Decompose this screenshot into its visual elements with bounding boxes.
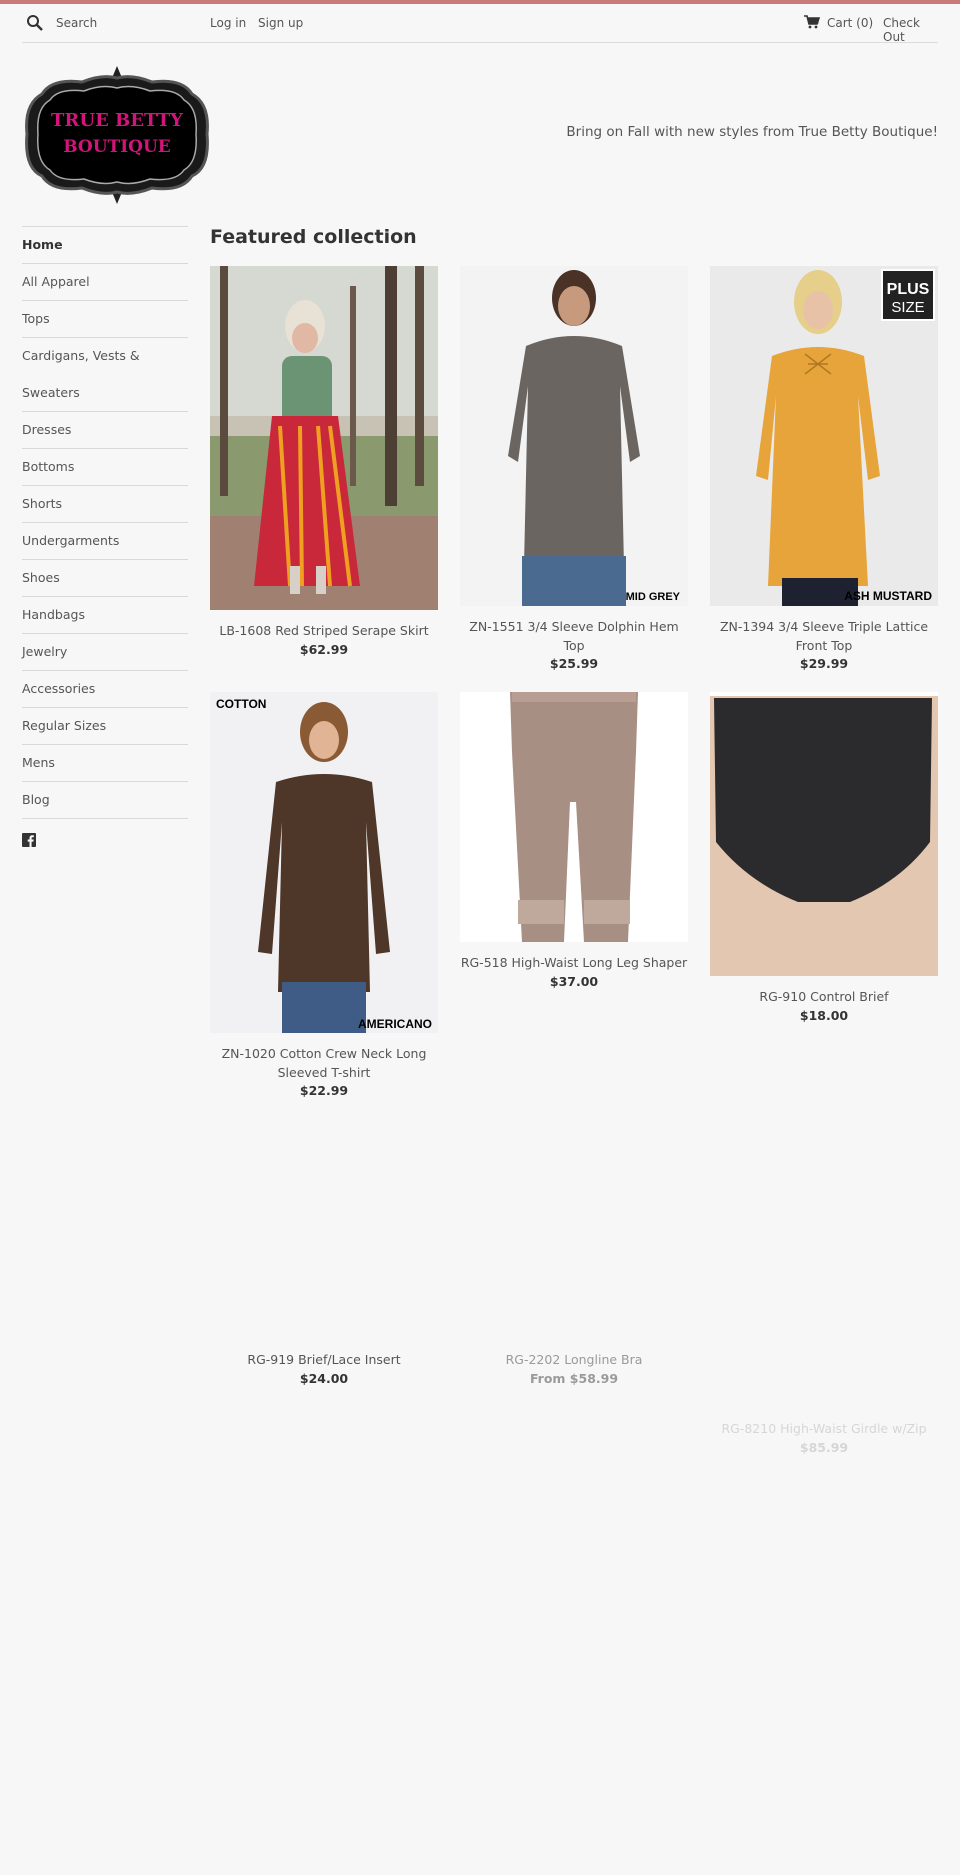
sidebar-item-bottoms[interactable]: Bottoms [22,449,188,486]
product-image[interactable] [710,692,938,976]
product-title[interactable]: ZN-1551 3/4 Sleeve Dolphin Hem Top [460,618,688,655]
product-image[interactable]: PLUS SIZE ASH MUSTARD [710,266,938,606]
header-bar: Log in Sign up Cart (0) Check Out [22,4,938,44]
product-card[interactable]: RG-8210 High-Waist Girdle w/Zip $85.99 [710,1420,938,1457]
sidebar-item-label[interactable]: Shoes [22,560,188,596]
product-title[interactable]: RG-2202 Longline Bra [460,1351,688,1370]
product-title[interactable]: ZN-1394 3/4 Sleeve Triple Lattice Front … [710,618,938,655]
sidebar-item-blog[interactable]: Blog [22,782,188,819]
product-card[interactable]: COTTON AMERICANO ZN-1020 Cotton Crew Nec… [210,692,438,1101]
sidebar-item-label[interactable]: Bottoms [22,449,188,485]
product-color-badge: AMERICANO [358,1017,432,1031]
sidebar-item-cardigans[interactable]: Cardigans, Vests & Sweaters [22,338,188,412]
sidebar-item-label[interactable]: Undergarments [22,523,188,559]
cart-icon[interactable] [804,15,820,29]
store-tagline: Bring on Fall with new styles from True … [566,124,938,140]
sidebar-item-label[interactable]: Blog [22,782,188,818]
sidebar-item-accessories[interactable]: Accessories [22,671,188,708]
plus-size-badge-line2: SIZE [891,299,924,316]
cart-link[interactable]: Cart (0) [827,16,873,30]
facebook-icon[interactable] [22,833,36,847]
product-title[interactable]: RG-910 Control Brief [710,988,938,1007]
product-price: $29.99 [799,656,849,671]
product-card[interactable]: MID GREY ZN-1551 3/4 Sleeve Dolphin Hem … [460,266,688,674]
product-title[interactable]: RG-8210 High-Waist Girdle w/Zip [710,1420,938,1439]
product-price: $22.99 [299,1083,349,1098]
product-image[interactable]: MID GREY [460,266,688,606]
sidebar-item-label[interactable]: Regular Sizes [22,708,188,744]
sidebar-item-label[interactable]: Handbags [22,597,188,633]
search-input[interactable] [56,11,206,35]
plus-size-badge-line1: PLUS [887,281,930,298]
product-title[interactable]: RG-919 Brief/Lace Insert [210,1351,438,1370]
sidebar-item-jewelry[interactable]: Jewelry [22,634,188,671]
sidebar-item-label[interactable]: Tops [22,301,188,337]
signup-link[interactable]: Sign up [258,16,303,30]
sidebar-item-label[interactable]: Jewelry [22,634,188,670]
search-icon[interactable] [26,14,44,32]
product-price: $24.00 [299,1370,349,1386]
product-card[interactable]: RG-2202 Longline Bra From $58.99 [460,1351,688,1388]
sidebar-item-shoes[interactable]: Shoes [22,560,188,597]
checkout-link[interactable]: Check Out [883,16,938,44]
product-fabric-badge: COTTON [216,697,266,711]
featured-collection-title: Featured collection [210,226,417,248]
sidebar-item-all-apparel[interactable]: All Apparel [22,264,188,301]
logo-text-line1: TRUE BETTY [51,110,184,131]
product-card[interactable]: RG-919 Brief/Lace Insert $24.00 [210,1351,438,1388]
store-logo[interactable]: TRUE BETTY BOUTIQUE [22,64,212,206]
sidebar-item-undergarments[interactable]: Undergarments [22,523,188,560]
sidebar-item-label[interactable]: Home [22,227,188,263]
logo-text-line2: BOUTIQUE [63,137,171,157]
product-title[interactable]: LB-1608 Red Striped Serape Skirt [210,622,438,641]
sidebar-item-label[interactable]: Accessories [22,671,188,707]
product-card[interactable]: RG-910 Control Brief $18.00 [710,692,938,1025]
sidebar-item-label[interactable]: Dresses [22,412,188,448]
product-card[interactable]: RG-518 High-Waist Long Leg Shaper $37.00 [460,692,688,991]
product-image[interactable]: COTTON AMERICANO [210,692,438,1033]
sidebar-item-regular-sizes[interactable]: Regular Sizes [22,708,188,745]
product-price: $85.99 [799,1439,849,1455]
sidebar-item-dresses[interactable]: Dresses [22,412,188,449]
product-price: $25.99 [549,656,599,671]
sidebar-item-shorts[interactable]: Shorts [22,486,188,523]
product-title[interactable]: ZN-1020 Cotton Crew Neck Long Sleeved T-… [210,1045,438,1082]
login-link[interactable]: Log in [210,16,246,30]
product-color-badge: MID GREY [626,591,681,603]
sidebar-item-label[interactable]: All Apparel [22,264,188,300]
sidebar-item-label[interactable]: Cardigans, Vests & Sweaters [22,338,142,411]
product-price: $37.00 [549,973,599,989]
sidebar-item-home[interactable]: Home [22,227,188,264]
product-image[interactable] [460,692,688,942]
product-title[interactable]: RG-518 High-Waist Long Leg Shaper [460,954,688,973]
sidebar-nav: Home All Apparel Tops Cardigans, Vests &… [22,226,188,847]
sidebar-item-handbags[interactable]: Handbags [22,597,188,634]
sidebar-item-mens[interactable]: Mens [22,745,188,782]
product-color-badge: ASH MUSTARD [844,589,932,603]
product-card[interactable]: LB-1608 Red Striped Serape Skirt $62.99 [210,266,438,659]
product-price: $18.00 [799,1007,849,1023]
product-price: $62.99 [299,641,349,657]
product-image[interactable] [210,266,438,610]
sidebar-item-label[interactable]: Shorts [22,486,188,522]
product-price: From $58.99 [529,1370,619,1386]
sidebar-item-tops[interactable]: Tops [22,301,188,338]
product-card[interactable]: PLUS SIZE ASH MUSTARD ZN-1394 3/4 Sleeve… [710,266,938,674]
sidebar-item-label[interactable]: Mens [22,745,188,781]
